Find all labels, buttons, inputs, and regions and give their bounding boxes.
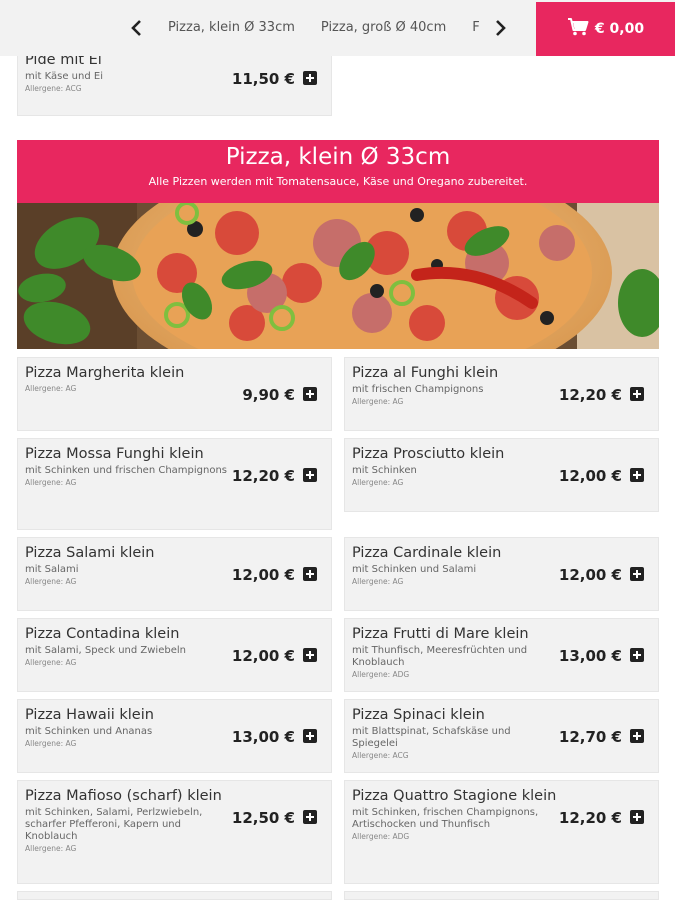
menu-item[interactable]: Pizza Contadina klein mit Salami, Speck … [17, 618, 332, 692]
cart-total: € 0,00 [594, 21, 645, 37]
item-allergens: Allergene: ACG [352, 751, 409, 760]
category-tab-next[interactable]: F [472, 0, 479, 56]
item-allergens: Allergene: AG [352, 577, 404, 586]
chevron-right-icon[interactable] [489, 16, 513, 40]
plus-square-icon[interactable] [303, 387, 317, 401]
plus-square-icon[interactable] [630, 387, 644, 401]
item-description: mit Schinken und Ananas [25, 726, 153, 737]
item-name: Pizza Contadina klein [25, 626, 180, 642]
item-name: Pizza Hawaii klein [25, 707, 154, 723]
item-allergens: Allergene: ADG [352, 670, 410, 679]
menu-item[interactable]: Pizza Salami klein mit Salami Allergene:… [17, 537, 332, 611]
item-price: 9,90 € [242, 386, 295, 404]
item-price: 12,00 € [558, 467, 622, 485]
item-name: Pizza Quattro Stagione klein [352, 788, 557, 804]
item-price: 12,20 € [558, 386, 622, 404]
shopping-cart-icon [567, 18, 589, 40]
item-allergens: Allergene: AG [25, 478, 77, 487]
item-name: Pizza Cardinale klein [352, 545, 502, 561]
item-price: 12,50 € [231, 809, 295, 827]
menu-item-partial [344, 891, 659, 900]
item-name: Pizza Frutti di Mare klein [352, 626, 529, 642]
plus-square-icon[interactable] [303, 567, 317, 581]
category-subtitle: Alle Pizzen werden mit Tomatensauce, Käs… [148, 175, 528, 188]
item-price: 13,00 € [231, 728, 295, 746]
item-allergens: Allergene: AG [25, 844, 77, 853]
menu-item[interactable]: Pizza Spinaci klein mit Blattspinat, Sch… [344, 699, 659, 773]
item-name: Pizza Mossa Funghi klein [25, 446, 204, 462]
menu-item[interactable]: Pizza al Funghi klein mit frischen Champ… [344, 357, 659, 431]
menu-item[interactable]: Pizza Quattro Stagione klein mit Schinke… [344, 780, 659, 884]
item-description: mit Salami [25, 564, 79, 575]
item-description: mit Schinken, frischen Champignons, Arti… [352, 807, 539, 830]
item-price: 11,50 € [231, 70, 295, 88]
item-allergens: Allergene: AG [25, 658, 77, 667]
item-description: mit Schinken und Salami [352, 564, 477, 575]
plus-square-icon[interactable] [303, 729, 317, 743]
cart-button[interactable]: € 0,00 [536, 2, 675, 56]
item-name: Pizza al Funghi klein [352, 365, 499, 381]
item-name: Pizza Salami klein [25, 545, 155, 561]
plus-square-icon[interactable] [630, 810, 644, 824]
plus-square-icon[interactable] [303, 810, 317, 824]
item-price: 12,00 € [231, 647, 295, 665]
category-title: Pizza, klein Ø 33cm [225, 144, 451, 170]
plus-square-icon[interactable] [303, 648, 317, 662]
item-description: mit Salami, Speck und Zwiebeln [25, 645, 186, 656]
plus-square-icon[interactable] [303, 468, 317, 482]
item-price: 12,20 € [558, 809, 622, 827]
item-description: mit frischen Champignons [352, 384, 484, 395]
item-name: Pizza Spinaci klein [352, 707, 485, 723]
menu-item[interactable]: Pizza Prosciutto klein mit Schinken Alle… [344, 438, 659, 512]
item-description: mit Thunfisch, Meeresfrüchten und Knobla… [352, 645, 528, 668]
item-allergens: Allergene: ACG [25, 84, 82, 93]
plus-square-icon[interactable] [303, 71, 317, 85]
plus-square-icon[interactable] [630, 567, 644, 581]
category-tab-pizza-klein[interactable]: Pizza, klein Ø 33cm [168, 0, 295, 56]
item-allergens: Allergene: AG [25, 384, 77, 393]
item-description: mit Blattspinat, Schafskäse und Spiegele… [352, 726, 511, 749]
menu-item[interactable]: Pizza Hawaii klein mit Schinken und Anan… [17, 699, 332, 773]
menu-item[interactable]: Pizza Margherita klein Allergene: AG 9,9… [17, 357, 332, 431]
category-tab-strip: Pizza, klein Ø 33cm Pizza, groß Ø 40cm F [160, 0, 485, 56]
item-description: mit Schinken, Salami, Perlzwiebeln, scha… [25, 807, 203, 842]
chevron-left-icon[interactable] [124, 16, 148, 40]
item-name: Pizza Mafioso (scharf) klein [25, 788, 222, 804]
menu-item[interactable]: Pizza Mafioso (scharf) klein mit Schinke… [17, 780, 332, 884]
item-price: 13,00 € [558, 647, 622, 665]
category-header: Pizza, klein Ø 33cm Alle Pizzen werden m… [17, 140, 659, 203]
plus-square-icon[interactable] [630, 648, 644, 662]
item-allergens: Allergene: ADG [352, 832, 410, 841]
item-description: mit Schinken und frischen Champignons [25, 465, 228, 476]
item-allergens: Allergene: AG [25, 739, 77, 748]
item-price: 12,70 € [558, 728, 622, 746]
item-price: 12,00 € [558, 566, 622, 584]
menu-item-partial [17, 891, 332, 900]
item-allergens: Allergene: AG [25, 577, 77, 586]
item-name: Pizza Prosciutto klein [352, 446, 505, 462]
item-allergens: Allergene: AG [352, 478, 404, 487]
menu-item[interactable]: Pizza Frutti di Mare klein mit Thunfisch… [344, 618, 659, 692]
item-price: 12,20 € [231, 467, 295, 485]
category-tab-pizza-gross[interactable]: Pizza, groß Ø 40cm [321, 0, 446, 56]
menu-item[interactable]: Pizza Cardinale klein mit Schinken und S… [344, 537, 659, 611]
category-hero-image [17, 203, 659, 349]
item-description: mit Schinken [352, 465, 417, 476]
item-price: 12,00 € [231, 566, 295, 584]
plus-square-icon[interactable] [630, 729, 644, 743]
plus-square-icon[interactable] [630, 468, 644, 482]
item-allergens: Allergene: AG [352, 397, 404, 406]
menu-item[interactable]: Pizza Mossa Funghi klein mit Schinken un… [17, 438, 332, 530]
category-navbar: Pizza, klein Ø 33cm Pizza, groß Ø 40cm F €… [0, 0, 675, 56]
item-description: mit Käse und Ei [25, 71, 103, 82]
item-name: Pizza Margherita klein [25, 365, 185, 381]
